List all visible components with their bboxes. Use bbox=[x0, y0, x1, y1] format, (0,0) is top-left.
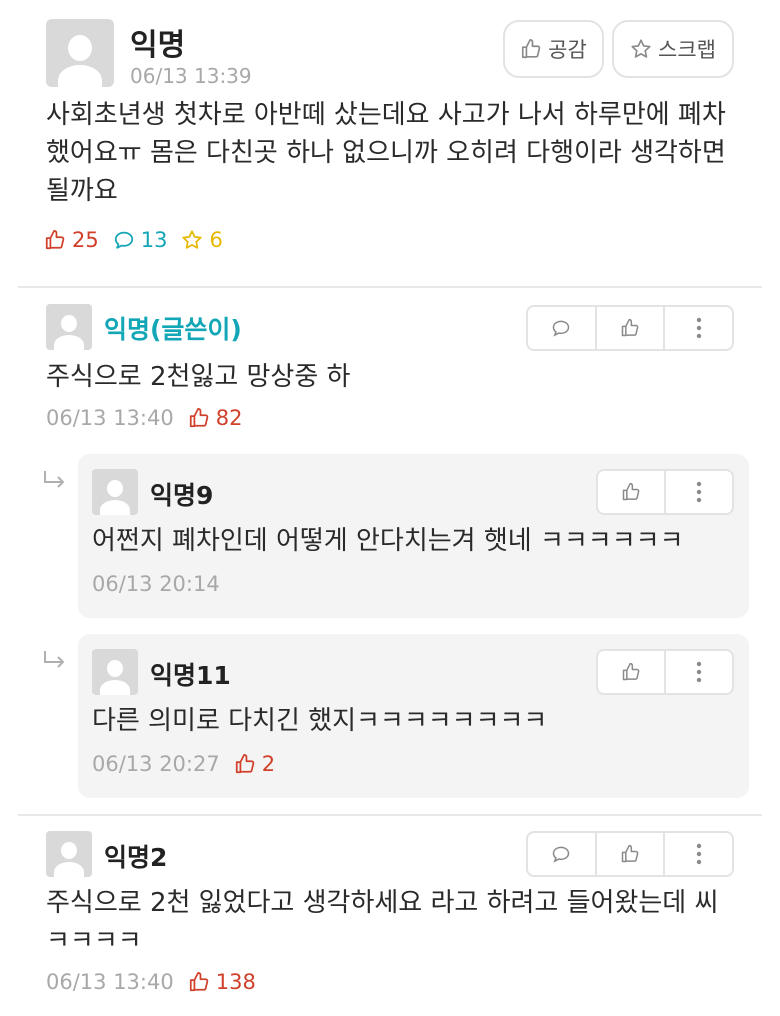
reply-timestamp: 06/13 20:14 bbox=[92, 572, 220, 596]
post-scrap-value: 6 bbox=[209, 228, 223, 252]
more-options-button[interactable] bbox=[664, 651, 732, 693]
post-body-line: 사회초년생 첫차로 아반떼 샀는데요 사고가 나서 하루만에 폐차 bbox=[46, 100, 726, 130]
reply-action-bar bbox=[596, 469, 734, 515]
comment-avatar bbox=[46, 831, 92, 877]
speech-bubble-icon bbox=[113, 229, 135, 251]
post-author-avatar bbox=[46, 19, 114, 87]
scrap-button-label: 스크랩 bbox=[658, 38, 716, 62]
more-vertical-icon bbox=[696, 843, 702, 865]
reply-meta: 06/13 20:27 2 bbox=[92, 752, 275, 776]
comment-like-count: 82 bbox=[188, 406, 243, 430]
thumbs-up-icon bbox=[234, 753, 256, 775]
reply-arrow-icon bbox=[42, 650, 68, 670]
comment-meta: 06/13 13:40 138 bbox=[46, 970, 256, 994]
post-body: 사회초년생 첫차로 아반떼 샀는데요 사고가 나서 하루만에 폐차 했어요ㅠ 몸… bbox=[46, 96, 726, 210]
reply-avatar bbox=[92, 649, 138, 695]
more-options-button[interactable] bbox=[663, 307, 732, 349]
post-divider bbox=[18, 286, 762, 288]
thumbs-up-icon bbox=[520, 38, 542, 60]
reply-button[interactable] bbox=[528, 307, 595, 349]
thumbs-up-icon bbox=[188, 971, 210, 993]
reply-timestamp: 06/13 20:27 bbox=[92, 752, 220, 776]
post-stats: 25 13 6 bbox=[44, 228, 223, 252]
reply-like-button[interactable] bbox=[598, 651, 664, 693]
post-body-line: 했어요ㅠ 몸은 다친곳 하나 없으니까 오히려 다행이라 생각하면 bbox=[46, 138, 726, 168]
reply-like-button[interactable] bbox=[598, 471, 664, 513]
comment-meta: 06/13 13:40 82 bbox=[46, 406, 242, 430]
comment-action-bar bbox=[526, 305, 734, 351]
comment-author: 익명2 bbox=[104, 843, 168, 872]
reply-like-count: 2 bbox=[234, 752, 275, 776]
post-body-line: 될까요 bbox=[46, 176, 118, 206]
comment-text-line: ㅋㅋㅋㅋ bbox=[46, 926, 142, 956]
reply-author: 익명11 bbox=[150, 661, 231, 690]
thumbs-up-icon bbox=[620, 844, 640, 864]
comment-author-op: 익명(글쓴이) bbox=[104, 315, 242, 344]
thumbs-up-icon bbox=[621, 482, 641, 502]
thumbs-up-icon bbox=[44, 229, 66, 251]
like-button-label: 공감 bbox=[548, 38, 587, 62]
thumbs-up-icon bbox=[620, 318, 640, 338]
star-icon bbox=[630, 38, 652, 60]
post-comment-value: 13 bbox=[140, 228, 168, 252]
post-comment-count: 13 bbox=[113, 228, 168, 252]
comment-divider bbox=[18, 814, 762, 816]
comment-like-count: 138 bbox=[188, 970, 256, 994]
reply-avatar bbox=[92, 469, 138, 515]
comment-timestamp: 06/13 13:40 bbox=[46, 406, 174, 430]
scrap-button[interactable]: 스크랩 bbox=[612, 20, 734, 78]
thumbs-up-icon bbox=[621, 662, 641, 682]
post-like-count: 25 bbox=[44, 228, 99, 252]
star-icon bbox=[181, 229, 203, 251]
more-options-button[interactable] bbox=[663, 833, 732, 875]
reply-text: 어쩐지 폐차인데 어떻게 안다치는겨 햇네 ㅋㅋㅋㅋㅋㅋ bbox=[92, 526, 684, 556]
comment-text-line: 주식으로 2천 잃었다고 생각하세요 라고 하려고 들어왔는데 씨 bbox=[46, 888, 719, 918]
speech-bubble-icon bbox=[551, 318, 571, 338]
comment-text: 주식으로 2천잃고 망상중 하 bbox=[46, 362, 351, 392]
more-vertical-icon bbox=[696, 317, 702, 339]
post-author-name: 익명 bbox=[130, 28, 186, 63]
post-scrap-count: 6 bbox=[181, 228, 223, 252]
reply-arrow-icon bbox=[42, 470, 68, 490]
reply-action-bar bbox=[596, 649, 734, 695]
more-vertical-icon bbox=[696, 481, 702, 503]
speech-bubble-icon bbox=[551, 844, 571, 864]
comment-like-value: 82 bbox=[215, 406, 243, 430]
reply-like-value: 2 bbox=[261, 752, 276, 776]
comment-timestamp: 06/13 13:40 bbox=[46, 970, 174, 994]
more-options-button[interactable] bbox=[664, 471, 732, 513]
comment-like-value: 138 bbox=[215, 970, 256, 994]
comment-like-button[interactable] bbox=[594, 833, 664, 875]
reply-author: 익명9 bbox=[150, 481, 214, 510]
comment-avatar bbox=[46, 304, 92, 350]
comment-text: 주식으로 2천 잃었다고 생각하세요 라고 하려고 들어왔는데 씨 ㅋㅋㅋㅋ bbox=[46, 884, 718, 960]
reply-text: 다른 의미로 다치긴 했지ㅋㅋㅋㅋㅋㅋㅋㅋ bbox=[92, 706, 548, 736]
reply-button[interactable] bbox=[528, 833, 595, 875]
comment-like-button[interactable] bbox=[594, 307, 664, 349]
comment-action-bar bbox=[526, 831, 734, 877]
more-vertical-icon bbox=[696, 661, 702, 683]
thumbs-up-icon bbox=[188, 407, 210, 429]
like-button[interactable]: 공감 bbox=[503, 20, 604, 78]
post-timestamp: 06/13 13:39 bbox=[130, 64, 252, 88]
post-like-value: 25 bbox=[72, 228, 99, 252]
